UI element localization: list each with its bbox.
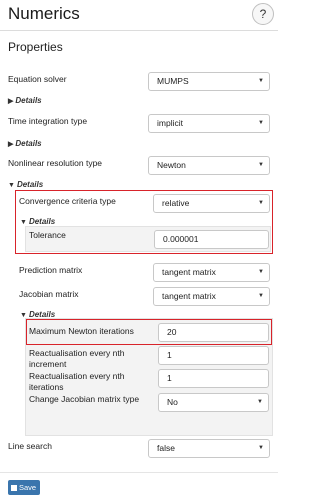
- change-jacobian-value: No: [167, 397, 178, 407]
- reactualisation-increment-input[interactable]: 1: [158, 346, 269, 365]
- max-newton-label: Maximum Newton iterations: [29, 326, 134, 336]
- details-toggle-convergence[interactable]: ▼ Details: [20, 217, 55, 226]
- line-search-label: Line search: [8, 441, 52, 451]
- caret-down-icon: ▼: [257, 399, 263, 405]
- details-toggle-nonlinear[interactable]: ▼ Details: [8, 180, 43, 189]
- time-integration-label: Time integration type: [8, 116, 88, 126]
- caret-down-icon: ▼: [258, 162, 264, 168]
- nonlinear-resolution-value: Newton: [157, 160, 186, 170]
- save-button[interactable]: Save: [8, 480, 40, 495]
- caret-down-icon: ▼: [258, 293, 264, 299]
- change-jacobian-select[interactable]: No ▼: [158, 393, 269, 412]
- tolerance-input[interactable]: 0.000001: [154, 230, 269, 249]
- nonlinear-resolution-label: Nonlinear resolution type: [8, 158, 103, 168]
- caret-down-icon: ▼: [258, 200, 264, 206]
- equation-solver-label: Equation solver: [8, 74, 67, 84]
- convergence-criteria-value: relative: [162, 198, 190, 208]
- nonlinear-resolution-select[interactable]: Newton ▼: [148, 156, 270, 175]
- triangle-down-icon: ▼: [20, 219, 27, 226]
- floppy-icon: [11, 484, 17, 491]
- help-button[interactable]: ?: [252, 3, 274, 25]
- equation-solver-select[interactable]: MUMPS ▼: [148, 72, 270, 91]
- footer-divider: [0, 472, 278, 473]
- reactualisation-iterations-input[interactable]: 1: [158, 369, 269, 388]
- change-jacobian-label: Change Jacobian matrix type: [29, 394, 140, 404]
- triangle-down-icon: ▼: [8, 182, 15, 189]
- triangle-right-icon: ▶: [8, 141, 14, 148]
- caret-down-icon: ▼: [258, 120, 264, 126]
- tolerance-label: Tolerance: [29, 230, 66, 240]
- details-toggle-time-integration[interactable]: ▶ Details: [8, 139, 42, 148]
- details-label: Details: [28, 217, 56, 226]
- reactualisation-increment-label-1: Reactualisation every nth: [29, 348, 125, 358]
- prediction-matrix-select[interactable]: tangent matrix ▼: [153, 263, 270, 282]
- reactualisation-iterations-label-2: iterations: [29, 382, 64, 392]
- time-integration-value: implicit: [157, 118, 183, 128]
- triangle-right-icon: ▶: [8, 98, 14, 105]
- header-divider: [0, 30, 278, 31]
- prediction-matrix-label: Prediction matrix: [19, 265, 83, 275]
- details-label: Details: [16, 180, 44, 189]
- details-label: Details: [15, 139, 42, 148]
- caret-down-icon: ▼: [258, 445, 264, 451]
- section-title: Properties: [8, 40, 63, 54]
- details-toggle-equation-solver[interactable]: ▶ Details: [8, 96, 42, 105]
- save-label: Save: [19, 483, 37, 492]
- jacobian-matrix-select[interactable]: tangent matrix ▼: [153, 287, 270, 306]
- reactualisation-increment-label-2: increment: [29, 359, 67, 369]
- page-title: Numerics: [8, 4, 80, 23]
- caret-down-icon: ▼: [258, 78, 264, 84]
- jacobian-matrix-label: Jacobian matrix: [19, 289, 79, 299]
- max-newton-input[interactable]: 20: [158, 323, 269, 342]
- reactualisation-iterations-label-1: Reactualisation every nth: [29, 371, 125, 381]
- convergence-criteria-select[interactable]: relative ▼: [153, 194, 270, 213]
- time-integration-select[interactable]: implicit ▼: [148, 114, 270, 133]
- convergence-criteria-label: Convergence criteria type: [19, 196, 116, 206]
- line-search-select[interactable]: false ▼: [148, 439, 270, 458]
- equation-solver-value: MUMPS: [157, 76, 189, 86]
- prediction-matrix-value: tangent matrix: [162, 267, 216, 277]
- header: Numerics ?: [0, 0, 278, 30]
- details-label: Details: [15, 96, 42, 105]
- line-search-value: false: [157, 443, 175, 453]
- jacobian-matrix-value: tangent matrix: [162, 291, 216, 301]
- caret-down-icon: ▼: [258, 269, 264, 275]
